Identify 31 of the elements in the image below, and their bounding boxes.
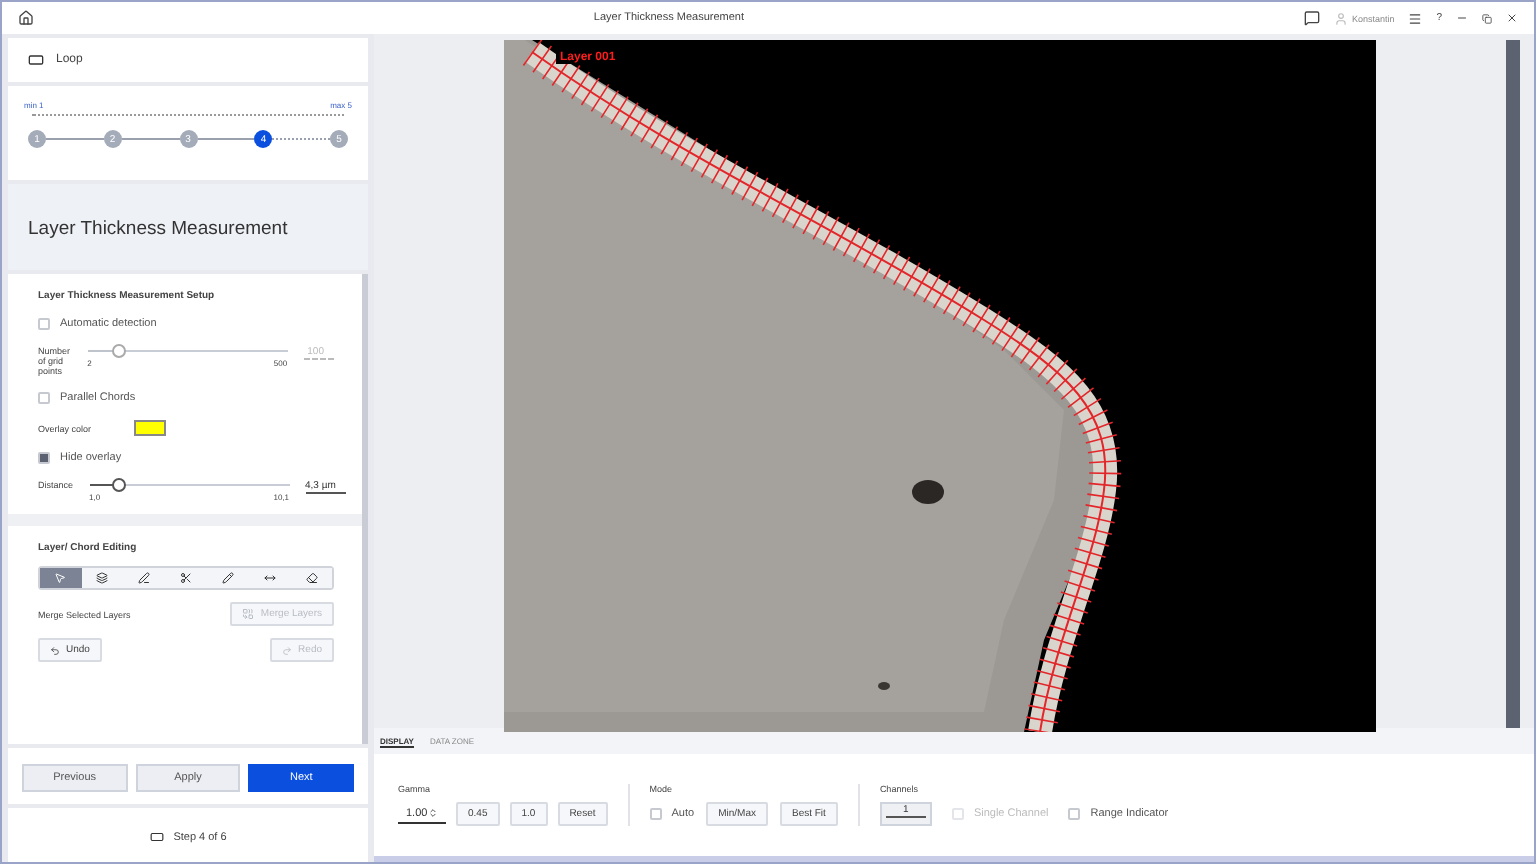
chat-icon[interactable] [1303,10,1320,26]
slider-thumb[interactable] [111,344,126,358]
minimize-icon[interactable] [1456,12,1468,24]
checkbox[interactable] [649,808,662,820]
step-icon [149,830,164,844]
loop-icon [28,52,44,68]
pen-line-icon [138,572,151,584]
merge-icon [242,608,255,620]
tool-button[interactable] [81,568,124,588]
home-icon[interactable] [18,10,34,26]
avatar-icon [1333,11,1348,25]
color-swatch[interactable] [134,420,166,436]
tool-button[interactable] [290,568,333,588]
checkbox[interactable] [38,452,50,464]
checkbox[interactable] [38,392,50,404]
eraser-icon [305,572,318,584]
double-arrow-icon [263,572,276,584]
scissors-icon [180,572,192,584]
pencil-icon [221,572,234,584]
restore-icon[interactable] [1482,13,1492,23]
checkbox[interactable] [1068,808,1081,820]
redo-icon [282,645,293,655]
menu-icon[interactable] [1408,11,1423,25]
close-icon[interactable] [1506,12,1518,24]
pointer-icon [54,572,67,584]
slider-thumb[interactable] [111,478,126,492]
undo-icon [50,645,60,655]
layers-icon [96,572,109,584]
panel-title: Layer Thickness Measurement [28,218,288,240]
spinner-arrows-icon[interactable] [428,808,438,818]
checkbox[interactable] [38,318,50,330]
